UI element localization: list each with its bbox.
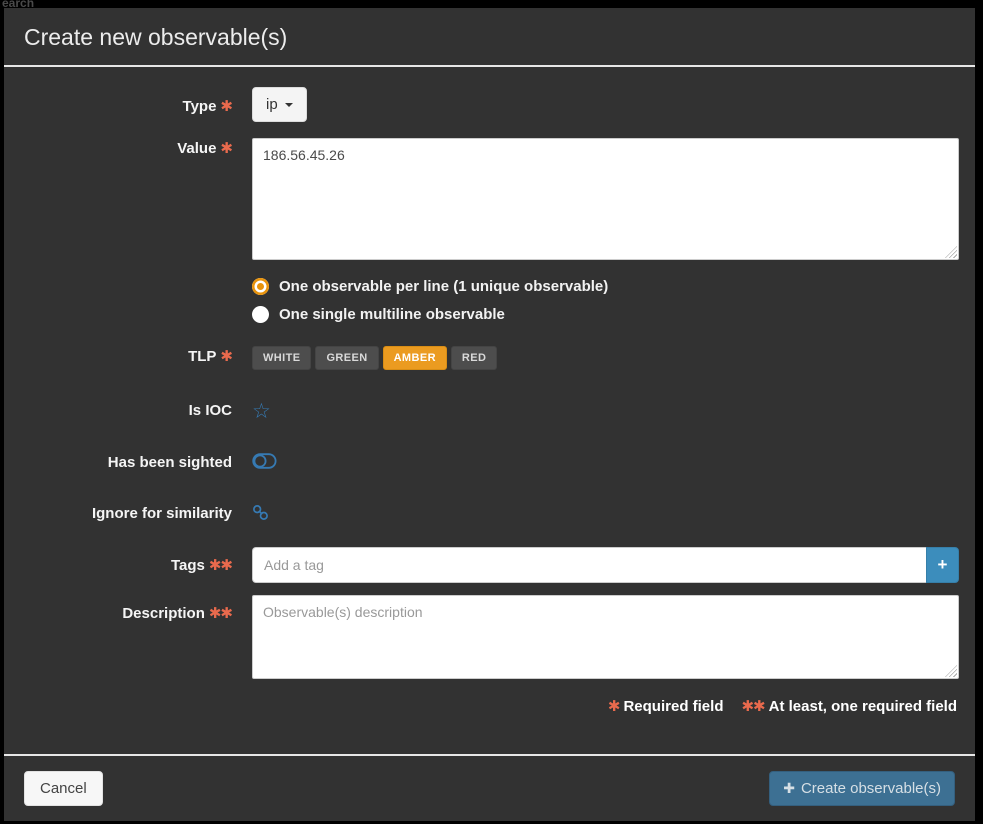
value-label: Value✱ [12, 138, 252, 160]
toggle-off-icon[interactable] [252, 453, 277, 469]
cancel-button[interactable]: Cancel [24, 771, 103, 806]
required-field-text: Required field [623, 698, 723, 715]
tlp-white-button[interactable]: WHITE [252, 346, 311, 370]
required-legend: ✱Required field ✱✱ At least, one required … [12, 697, 967, 715]
modal-footer: Cancel ✚ Create observable(s) [4, 754, 975, 821]
tags-row: Tags✱✱ + [12, 547, 967, 583]
type-dropdown-value: ip [266, 96, 278, 113]
create-observables-button[interactable]: ✚ Create observable(s) [769, 771, 955, 806]
caret-down-icon [285, 103, 293, 107]
radio-per-line-label: One observable per line (1 unique observ… [279, 278, 608, 295]
value-textarea[interactable]: 186.56.45.26 [252, 138, 959, 260]
type-dropdown[interactable]: ip [252, 87, 307, 122]
sighted-label: Has been sighted [12, 452, 252, 474]
background-clipped-text: earch [2, 0, 34, 8]
tags-label: Tags✱✱ [12, 547, 252, 577]
tlp-row: TLP✱ WHITE GREEN AMBER RED [12, 346, 967, 370]
modal-header: Create new observable(s) [4, 8, 975, 67]
plus-icon: ✚ [783, 780, 795, 797]
create-observable-modal: Create new observable(s) Type✱ ip Value✱… [4, 8, 975, 821]
radio-selected-icon[interactable] [252, 278, 269, 295]
is-ioc-label: Is IOC [12, 400, 252, 422]
sighted-row: Has been sighted [12, 452, 967, 474]
plus-icon: + [938, 555, 948, 575]
modal-body: Type✱ ip Value✱ 186.56.45.26 [4, 67, 975, 754]
double-required-marker: ✱✱ [741, 698, 764, 715]
description-label: Description✱✱ [12, 595, 252, 625]
type-label: Type✱ [12, 87, 252, 118]
radio-multiline-label: One single multiline observable [279, 306, 505, 323]
radio-per-line[interactable]: One observable per line (1 unique observ… [252, 272, 959, 300]
required-marker: ✱ [220, 140, 232, 157]
required-marker: ✱ [608, 698, 620, 715]
similarity-label: Ignore for similarity [12, 503, 252, 525]
required-marker: ✱ [220, 348, 232, 365]
add-tag-button[interactable]: + [926, 547, 959, 583]
at-least-text: At least, one required field [769, 698, 957, 715]
radio-multiline[interactable]: One single multiline observable [252, 300, 959, 328]
similarity-row: Ignore for similarity [12, 503, 967, 525]
value-row: Value✱ 186.56.45.26 [12, 138, 967, 260]
description-textarea[interactable] [252, 595, 959, 679]
required-marker: ✱ [220, 98, 232, 115]
radio-unselected-icon[interactable] [252, 306, 269, 323]
description-row: Description✱✱ [12, 595, 967, 679]
observable-mode-radios: One observable per line (1 unique observ… [12, 272, 967, 328]
link-icon[interactable] [252, 504, 269, 521]
modal-title: Create new observable(s) [24, 24, 955, 51]
type-row: Type✱ ip [12, 87, 967, 122]
tlp-label: TLP✱ [12, 346, 252, 368]
tag-input[interactable] [252, 547, 926, 583]
star-icon[interactable]: ☆ [252, 401, 271, 422]
create-button-label: Create observable(s) [801, 780, 941, 797]
tlp-amber-button[interactable]: AMBER [383, 346, 447, 370]
required-marker: ✱✱ [209, 557, 232, 574]
required-marker: ✱✱ [209, 605, 232, 622]
tlp-button-group: WHITE GREEN AMBER RED [252, 346, 959, 370]
tlp-red-button[interactable]: RED [451, 346, 497, 370]
tlp-green-button[interactable]: GREEN [315, 346, 378, 370]
is-ioc-row: Is IOC ☆ [12, 400, 967, 423]
